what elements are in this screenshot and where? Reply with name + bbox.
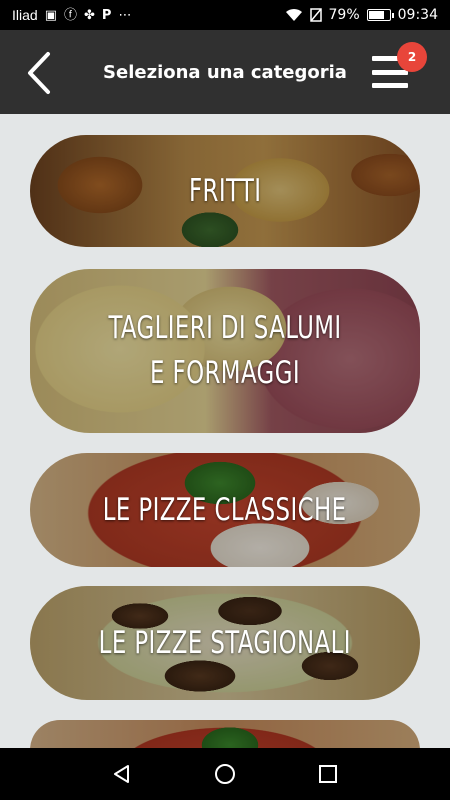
battery-icon [366,9,394,21]
battery-percent: 79% [328,7,360,23]
paypal-icon: P [101,7,112,23]
app-header: Seleziona una categoria 2 [0,30,450,114]
category-label: FRITTI [188,172,262,209]
page-title: Seleziona una categoria [103,61,347,83]
no-sim-icon [309,8,322,22]
nav-back-button[interactable] [102,754,142,794]
category-list: FRITTI TAGLIERI DI SALUMI E FORMAGGI LE … [0,114,450,748]
category-label: TAGLIERI DI SALUMI E FORMAGGI [108,310,342,391]
category-pizze-classiche[interactable]: LE PIZZE CLASSICHE [30,453,420,567]
image-overlay [30,720,420,748]
wifi-icon [285,8,302,21]
more-dots-icon: ⋯ [118,7,132,23]
chevron-left-icon [28,52,50,94]
category-next[interactable] [30,720,420,748]
pinwheel-icon: ✤ [84,7,95,23]
category-fritti[interactable]: FRITTI [30,135,420,247]
facebook-icon: ⓕ [63,7,77,23]
clock: 09:34 [397,7,438,23]
carrier-name: Iliad [12,7,38,23]
nav-recents-button[interactable] [308,754,348,794]
circle-home-icon [214,764,235,784]
category-label: LE PIZZE STAGIONALI [98,624,352,661]
category-taglieri[interactable]: TAGLIERI DI SALUMI E FORMAGGI [30,269,420,433]
category-label: LE PIZZE CLASSICHE [103,491,347,528]
triangle-back-icon [113,765,129,783]
cart-badge: 2 [397,42,427,72]
system-nav-bar [0,748,450,800]
back-button[interactable] [18,48,62,98]
square-recents-icon [319,765,338,783]
status-bar: Iliad ▣ ⓕ ✤ P ⋯ 79% 09:34 [0,0,450,30]
hamburger-icon-bar [372,69,408,75]
nav-home-button[interactable] [205,754,245,794]
gallery-icon: ▣ [44,7,57,23]
hamburger-icon-bar [372,83,408,88]
category-pizze-stagionali[interactable]: LE PIZZE STAGIONALI [30,586,420,700]
